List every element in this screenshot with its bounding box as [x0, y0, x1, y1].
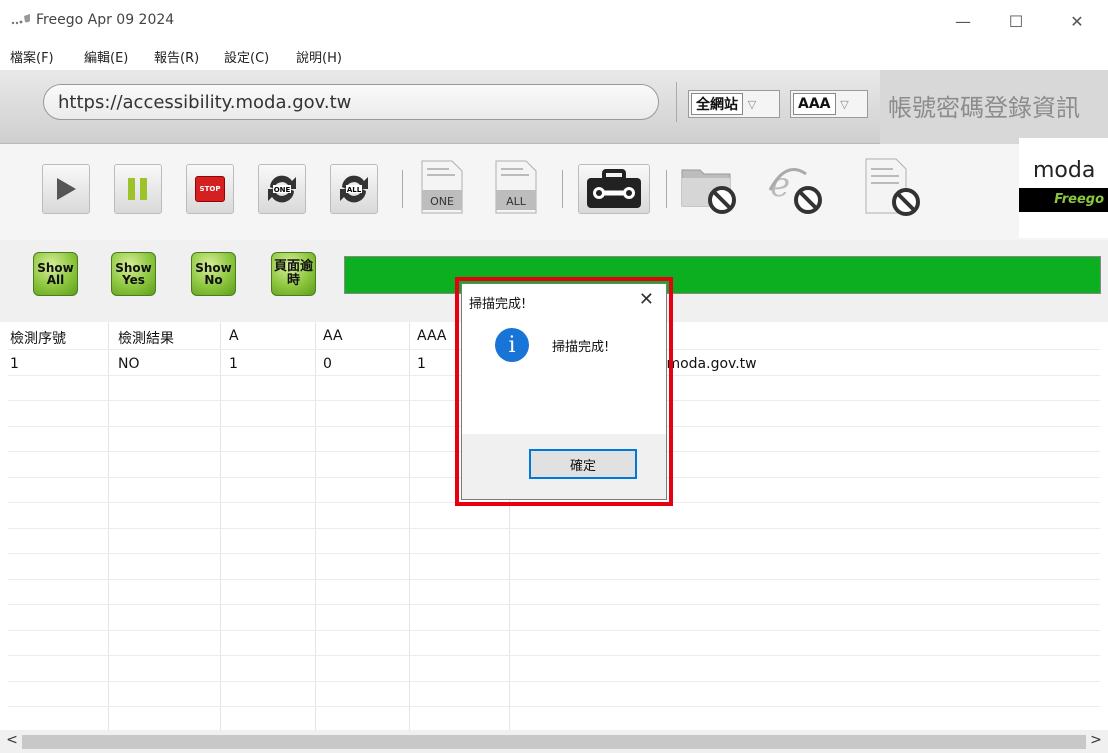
row-divider: [8, 553, 1100, 554]
close-window-button[interactable]: ✕: [1054, 0, 1100, 42]
row-1-a[interactable]: 1: [229, 356, 238, 372]
row-divider: [8, 604, 1100, 605]
column-divider: [220, 322, 221, 730]
pause-icon: [128, 178, 147, 200]
page-timeout-button[interactable]: 頁面逾時: [271, 252, 316, 296]
header-seq[interactable]: 檢測序號: [10, 328, 66, 348]
clear-folder-button[interactable]: [680, 160, 740, 216]
account-login-label: 帳號密碼登錄資訊: [888, 94, 1080, 122]
scroll-right-icon[interactable]: >: [1086, 732, 1106, 748]
show-all-button[interactable]: Show All: [33, 252, 78, 296]
scope-value: 全網站: [691, 93, 743, 115]
column-divider: [108, 322, 109, 730]
menu-help[interactable]: 說明(H): [296, 47, 342, 66]
dialog-close-button[interactable]: ✕: [639, 289, 654, 310]
menu-settings[interactable]: 設定(C): [224, 47, 269, 66]
clear-browser-button[interactable]: e: [766, 160, 826, 216]
row-divider: [8, 681, 1100, 682]
refresh-all-icon: ALL: [340, 175, 368, 203]
row-divider: [8, 630, 1100, 631]
divider: [676, 82, 677, 122]
row-1-seq[interactable]: 1: [10, 356, 19, 372]
menu-file[interactable]: 檔案(F): [10, 47, 54, 66]
ok-button[interactable]: 確定: [529, 449, 637, 479]
row-1-aa[interactable]: 0: [323, 356, 332, 372]
title-bar: Freego Apr 09 2024 — ☐ ✕: [0, 0, 1108, 42]
row-1-result[interactable]: NO: [118, 356, 140, 372]
menu-bar: 檔案(F) 編輯(E) 報告(R) 設定(C) 說明(H): [0, 42, 1108, 70]
info-icon: i: [495, 328, 529, 362]
chevron-down-icon: ▽: [747, 97, 757, 111]
url-input[interactable]: https://accessibility.moda.gov.tw: [43, 84, 659, 120]
row-divider: [8, 579, 1100, 580]
refresh-one-icon: ONE: [268, 175, 296, 203]
row-1-url[interactable]: .moda.gov.tw: [662, 356, 757, 372]
refresh-all-label: ALL: [347, 186, 362, 194]
stop-icon: STOP: [195, 176, 225, 202]
app-window: Freego Apr 09 2024 — ☐ ✕ 檔案(F) 編輯(E) 報告(…: [0, 0, 1108, 753]
dialog-message: 掃描完成!: [552, 340, 610, 355]
refresh-one-button[interactable]: ONE: [258, 164, 306, 214]
settings-toolbox-button[interactable]: [578, 164, 650, 214]
clear-report-button[interactable]: [862, 158, 922, 216]
address-bar: https://accessibility.moda.gov.tw 全網站 ▽ …: [0, 70, 1108, 144]
scroll-left-icon[interactable]: <: [2, 732, 22, 748]
level-select[interactable]: AAA ▽: [790, 90, 868, 118]
column-divider: [315, 322, 316, 730]
show-no-button[interactable]: Show No: [191, 252, 236, 296]
header-result[interactable]: 檢測結果: [118, 328, 174, 348]
account-panel[interactable]: 帳號密碼登錄資訊: [880, 70, 1108, 144]
play-icon: [57, 178, 76, 200]
logo-freego-text: Freego: [1019, 188, 1108, 212]
stop-label: STOP: [199, 185, 221, 193]
refresh-all-button[interactable]: ALL: [330, 164, 378, 214]
scope-select[interactable]: 全網站 ▽: [688, 90, 780, 118]
row-divider: [8, 655, 1100, 656]
menu-edit[interactable]: 編輯(E): [84, 47, 128, 66]
row-divider: [8, 528, 1100, 529]
show-yes-button[interactable]: Show Yes: [111, 252, 156, 296]
column-divider: [409, 322, 410, 730]
stop-button[interactable]: STOP: [186, 164, 234, 214]
divider: [666, 170, 667, 208]
refresh-one-label: ONE: [274, 186, 291, 194]
moda-freego-logo: moda Freego: [1019, 138, 1108, 238]
level-value: AAA: [793, 93, 836, 115]
window-title: Freego Apr 09 2024: [36, 12, 175, 28]
play-button[interactable]: [42, 164, 90, 214]
report-all-label: ALL: [506, 195, 527, 208]
chevron-down-icon: ▽: [840, 97, 849, 111]
row-1-aaa[interactable]: 1: [417, 356, 426, 372]
divider: [562, 170, 563, 208]
minimize-button[interactable]: —: [940, 0, 986, 42]
menu-report[interactable]: 報告(R): [154, 47, 199, 66]
logo-moda-text: moda: [1033, 158, 1096, 183]
divider: [402, 170, 403, 208]
scan-complete-dialog: 掃描完成! ✕ i 掃描完成! 確定: [461, 283, 667, 500]
toolbar: STOP ONE ALL ONE ALL e: [0, 144, 1108, 240]
header-aa[interactable]: AA: [323, 328, 343, 344]
dialog-title: 掃描完成!: [469, 297, 527, 312]
toolbox-icon: [587, 169, 641, 208]
report-one-label: ONE: [430, 195, 454, 208]
pause-button[interactable]: [114, 164, 162, 214]
maximize-button[interactable]: ☐: [993, 0, 1039, 42]
app-icon: [11, 14, 30, 25]
horizontal-scrollbar[interactable]: < >: [0, 730, 1108, 753]
report-one-button[interactable]: ONE: [420, 160, 464, 214]
report-all-button[interactable]: ALL: [494, 160, 538, 214]
scroll-thumb[interactable]: [22, 735, 1086, 749]
header-a[interactable]: A: [229, 328, 239, 344]
header-aaa[interactable]: AAA: [417, 328, 447, 344]
dialog-title-bar: 掃描完成! ✕: [462, 284, 666, 318]
row-divider: [8, 706, 1100, 707]
